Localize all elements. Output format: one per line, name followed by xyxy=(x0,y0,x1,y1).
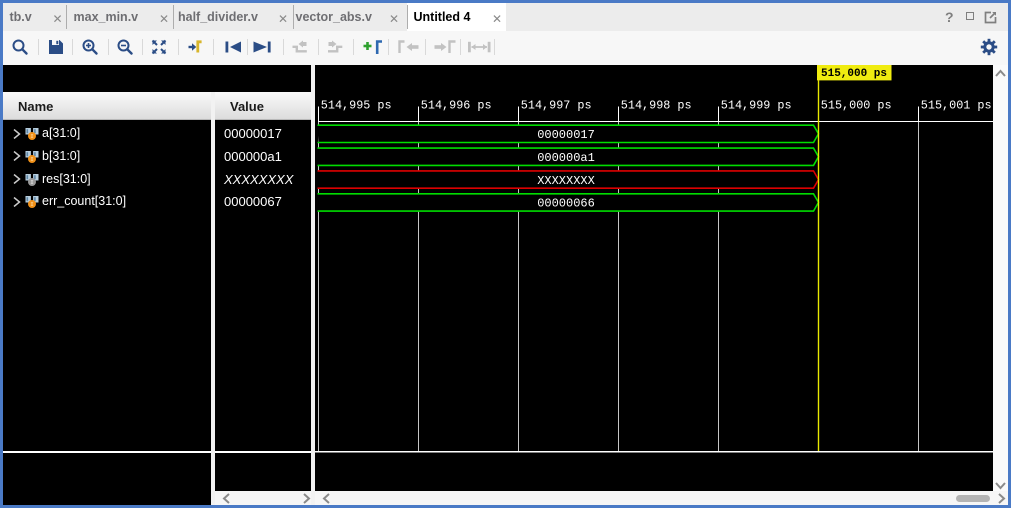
svg-text:514,997 ps: 514,997 ps xyxy=(521,99,592,113)
svg-text:515,000 ps: 515,000 ps xyxy=(821,68,887,80)
svg-text:514,995 ps: 514,995 ps xyxy=(321,99,392,113)
svg-text:XXXXXXXX: XXXXXXXX xyxy=(537,174,595,188)
svg-text:515,001 ps: 515,001 ps xyxy=(921,99,992,113)
svg-text:00000017: 00000017 xyxy=(537,128,595,142)
svg-text:000000a1: 000000a1 xyxy=(537,151,595,165)
svg-text:00000066: 00000066 xyxy=(537,197,595,211)
svg-text:514,996 ps: 514,996 ps xyxy=(421,99,492,113)
svg-text:514,998 ps: 514,998 ps xyxy=(621,99,692,113)
svg-text:515,000 ps: 515,000 ps xyxy=(821,99,892,113)
svg-text:514,999 ps: 514,999 ps xyxy=(721,99,792,113)
